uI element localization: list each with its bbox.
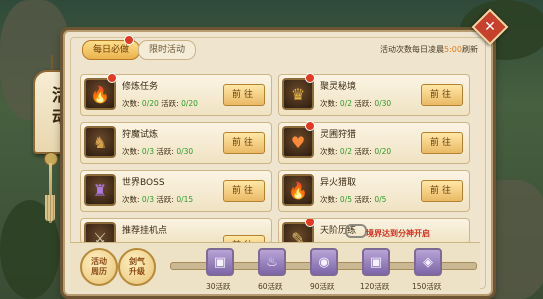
task-stats: 次数: 0/3 活跃: 0/30 — [122, 147, 194, 156]
task-card-strange-fire: 🔥 异火猎取 次数: 0/5 活跃: 0/5 前往 — [278, 170, 470, 212]
boss-icon: ♜ — [84, 174, 116, 206]
task-stats: 次数: 0/3 活跃: 0/15 — [122, 195, 194, 204]
sword-qi-upgrade-button[interactable]: 剑气升级 — [118, 248, 156, 286]
sword-icon: ⚔ — [84, 222, 116, 243]
task-card-cultivation: 🔥 修炼任务 次数: 0/20 活跃: 0/20 前往 — [80, 73, 272, 116]
task-name: 推荐挂机点 — [122, 226, 168, 236]
close-icon: ✕ — [484, 19, 496, 35]
go-button[interactable]: 前往 — [223, 132, 265, 154]
task-card-spirit-hunt: ♥ 灵圃狩猎 次数: 0/2 活跃: 0/20 前往 — [278, 121, 470, 164]
notification-badge — [305, 121, 315, 131]
task-card-idle-spot: ⚔ 推荐挂机点 前往 — [80, 218, 272, 244]
notification-badge — [305, 73, 315, 83]
card-chest-icon[interactable]: ▣ — [362, 248, 390, 276]
reward-label: 60活跃 — [258, 282, 283, 291]
lock-chain-icon — [345, 224, 367, 238]
reward-label: 120活跃 — [360, 282, 390, 291]
notification-badge — [107, 73, 117, 83]
task-stats: 次数: 0/2 活跃: 0/20 — [320, 147, 392, 156]
task-name: 灵圃狩猎 — [320, 130, 357, 140]
crystal-chest-icon[interactable]: ◈ — [414, 248, 442, 276]
task-card-spirit-realm: ♛ 聚灵秘境 次数: 0/2 活跃: 0/30 前往 — [278, 73, 470, 116]
refresh-note: 活动次数每日凌晨5:00刷新 — [380, 45, 478, 54]
tab-limited-events[interactable]: 限时活动 — [138, 40, 196, 60]
activity-calendar-label: 活动周历 — [91, 257, 107, 276]
refresh-time: 5:00 — [444, 45, 462, 54]
go-button[interactable]: 前往 — [223, 84, 265, 106]
reward-label: 90活跃 — [310, 282, 335, 291]
reward-label: 30活跃 — [206, 282, 231, 291]
task-card-demon-trial: ♞ 狩魔试炼 次数: 0/3 活跃: 0/30 前往 — [80, 122, 272, 164]
task-name: 聚灵秘境 — [320, 82, 357, 92]
task-stats: 次数: 0/20 活跃: 0/20 — [122, 99, 198, 108]
blue-flame-icon: 🔥 — [282, 174, 314, 206]
unlock-requirement: 境界达到分神开启 — [366, 229, 430, 238]
dragon-chest-icon[interactable]: ♨ — [258, 248, 286, 276]
go-button[interactable]: 前往 — [421, 84, 463, 106]
sword-qi-upgrade-label: 剑气升级 — [129, 257, 145, 276]
go-button[interactable]: 前往 — [421, 180, 463, 202]
task-name: 修炼任务 — [122, 82, 159, 92]
task-stats: 次数: 0/2 活跃: 0/30 — [320, 99, 392, 108]
orb-chest-icon[interactable]: ◉ — [310, 248, 338, 276]
go-button[interactable]: 前往 — [223, 180, 265, 202]
task-name: 异火猎取 — [320, 178, 357, 188]
demon-warrior-icon: ♞ — [84, 126, 116, 158]
task-stats: 次数: 0/5 活跃: 0/5 — [320, 195, 387, 204]
task-name: 狩魔试炼 — [122, 130, 159, 140]
banner-tassel-fringe — [45, 195, 55, 221]
tab-notification-dot — [124, 35, 134, 45]
go-button[interactable]: 前往 — [421, 132, 463, 154]
card-chest-icon[interactable]: ▣ — [206, 248, 234, 276]
task-name: 世界BOSS — [122, 178, 165, 188]
activity-calendar-button[interactable]: 活动周历 — [80, 248, 118, 286]
reward-label: 150活跃 — [412, 282, 442, 291]
task-card-world-boss: ♜ 世界BOSS 次数: 0/3 活跃: 0/15 前往 — [80, 170, 272, 212]
